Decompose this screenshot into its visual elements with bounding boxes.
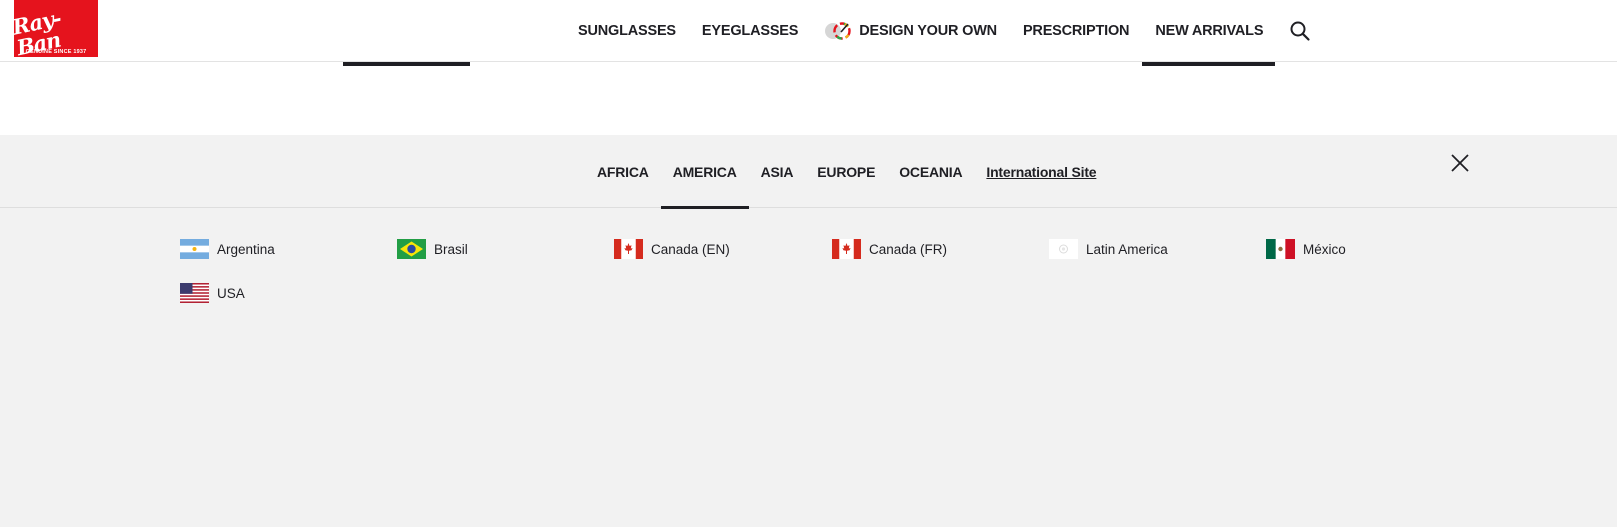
content-button-remnant-left — [343, 62, 470, 66]
nav-prescription[interactable]: PRESCRIPTION — [1023, 23, 1130, 39]
tab-europe[interactable]: EUROPE — [817, 135, 875, 208]
country-canada-en[interactable]: Canada (EN) — [614, 238, 730, 260]
country-label: México — [1303, 241, 1346, 257]
country-selector-panel: AFRICA AMERICA ASIA EUROPE OCEANIA Inter… — [0, 135, 1617, 527]
country-argentina[interactable]: Argentina — [180, 238, 275, 260]
canada-flag-icon — [832, 239, 861, 259]
tab-africa[interactable]: AFRICA — [597, 135, 649, 208]
country-usa[interactable]: USA — [180, 282, 245, 304]
country-label: USA — [217, 285, 245, 301]
content-button-remnant-right — [1142, 62, 1275, 66]
country-label: Canada (EN) — [651, 241, 730, 257]
region-tabs-row: AFRICA AMERICA ASIA EUROPE OCEANIA Inter… — [0, 135, 1617, 209]
ray-ban-logo[interactable]: Ray-Ban GENUINE SINCE 1937 — [10, 0, 98, 60]
tab-asia[interactable]: ASIA — [761, 135, 794, 208]
country-mexico[interactable]: México — [1266, 238, 1346, 260]
close-icon[interactable] — [1447, 150, 1473, 176]
country-latin-america[interactable]: Latin America — [1049, 238, 1168, 260]
canada-flag-icon — [614, 239, 643, 259]
nav-sunglasses[interactable]: SUNGLASSES — [578, 23, 676, 39]
nav-eyeglasses[interactable]: EYEGLASSES — [702, 23, 799, 39]
logo-tagline: GENUINE SINCE 1937 — [25, 49, 87, 55]
country-label: Argentina — [217, 241, 275, 257]
nav-new-arrivals[interactable]: NEW ARRIVALS — [1155, 23, 1263, 39]
nav-design-your-own[interactable]: DESIGN YOUR OWN — [824, 22, 997, 40]
country-canada-fr[interactable]: Canada (FR) — [832, 238, 947, 260]
country-label: Canada (FR) — [869, 241, 948, 257]
tab-oceania[interactable]: OCEANIA — [899, 135, 962, 208]
country-brasil[interactable]: Brasil — [397, 238, 468, 260]
nav-design-your-own-label: DESIGN YOUR OWN — [859, 23, 997, 39]
site-header: Ray-Ban GENUINE SINCE 1937 SUNGLASSES EY… — [0, 0, 1617, 62]
main-nav: SUNGLASSES EYEGLASSES DESIGN YOUR OWN PR… — [578, 20, 1311, 42]
tab-america[interactable]: AMERICA — [660, 135, 749, 209]
design-your-own-icon — [824, 22, 852, 40]
argentina-flag-icon — [180, 239, 209, 259]
country-label: Brasil — [434, 241, 468, 257]
country-label: Latin America — [1086, 241, 1168, 257]
usa-flag-icon — [180, 283, 209, 303]
search-icon[interactable] — [1289, 20, 1311, 42]
brazil-flag-icon — [397, 239, 426, 259]
latin-america-flag-icon — [1049, 239, 1078, 259]
mexico-flag-icon — [1266, 239, 1295, 259]
international-site-link[interactable]: International Site — [986, 135, 1096, 208]
region-tabs: AFRICA AMERICA ASIA EUROPE OCEANIA Inter… — [597, 135, 1120, 209]
